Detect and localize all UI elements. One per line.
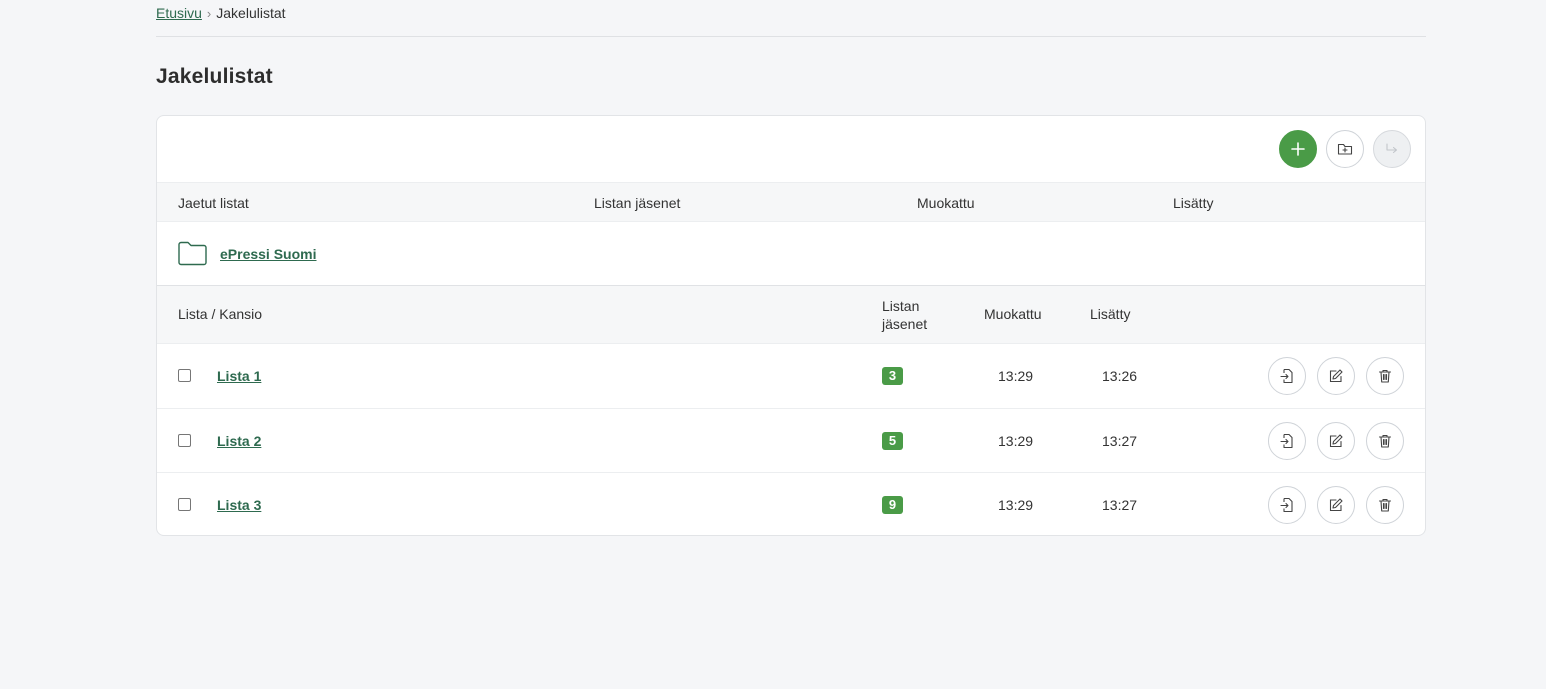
row-actions: [1268, 486, 1404, 524]
folder-icon: [178, 241, 207, 266]
page-wrapper: Etusivu › Jakelulistat Jakelulistat Jaet…: [156, 0, 1426, 536]
header-members-line1: Listan: [882, 298, 920, 314]
breadcrumb: Etusivu › Jakelulistat: [156, 0, 1426, 37]
table-row: Lista 2 5 13:29 13:27: [157, 409, 1425, 473]
lists-card: Jaetut listat Listan jäsenet Muokattu Li…: [156, 115, 1426, 536]
header-shared-lists: Jaetut listat: [178, 195, 249, 211]
trash-icon: [1378, 369, 1392, 383]
edit-icon: [1329, 433, 1343, 447]
delete-button[interactable]: [1366, 486, 1404, 524]
header-list-members: Listan jäsenet: [594, 195, 681, 211]
header-modified-col: Muokattu: [984, 306, 1042, 322]
delete-button[interactable]: [1366, 421, 1404, 460]
member-count-badge: 9: [882, 496, 903, 514]
shared-lists-header: Jaetut listat Listan jäsenet Muokattu Li…: [157, 182, 1425, 222]
row-actions: [1268, 357, 1404, 395]
breadcrumb-current: Jakelulistat: [216, 5, 286, 21]
import-file-icon: [1280, 368, 1293, 384]
header-members: Listan jäsenet: [882, 297, 927, 333]
add-folder-button[interactable]: [1326, 130, 1364, 168]
toolbar: [157, 116, 1425, 182]
move-button[interactable]: [1373, 130, 1411, 168]
import-button[interactable]: [1268, 486, 1306, 524]
add-list-button[interactable]: [1279, 130, 1317, 168]
modified-time: 13:29: [998, 432, 1034, 449]
import-button[interactable]: [1268, 357, 1306, 395]
edit-button[interactable]: [1317, 357, 1355, 395]
header-added: Lisätty: [1173, 195, 1214, 211]
added-time: 13:26: [1102, 368, 1138, 384]
row-checkbox[interactable]: [178, 498, 191, 511]
edit-icon: [1329, 498, 1343, 512]
trash-icon: [1378, 498, 1392, 512]
import-file-icon: [1280, 497, 1293, 513]
header-list-folder: Lista / Kansio: [178, 306, 263, 322]
modified-time: 13:29: [998, 368, 1034, 384]
lists-table-body: Lista 1 3 13:29 13:26 Lista 2 5 13:29 13…: [157, 344, 1425, 535]
row-actions: [1268, 421, 1404, 460]
added-time: 13:27: [1102, 497, 1138, 513]
breadcrumb-home-link[interactable]: Etusivu: [156, 5, 202, 21]
member-count-badge: 3: [882, 367, 903, 385]
shared-folder-row: ePressi Suomi: [157, 222, 1425, 285]
move-arrow-icon: [1386, 143, 1398, 154]
table-row: Lista 3 9 13:29 13:27: [157, 473, 1425, 535]
list-name-link[interactable]: Lista 2: [217, 433, 261, 449]
list-name-link[interactable]: Lista 3: [217, 497, 261, 513]
header-modified: Muokattu: [917, 195, 975, 211]
shared-folder-link[interactable]: ePressi Suomi: [220, 246, 317, 262]
plus-icon: [1291, 142, 1305, 156]
modified-time: 13:29: [998, 497, 1034, 513]
page-title: Jakelulistat: [156, 65, 273, 88]
table-row: Lista 1 3 13:29 13:26: [157, 344, 1425, 409]
edit-icon: [1329, 369, 1343, 383]
import-file-icon: [1280, 433, 1293, 448]
lists-table-header: Lista / Kansio Listan jäsenet Muokattu L…: [157, 285, 1425, 344]
breadcrumb-separator: ›: [206, 5, 212, 21]
row-checkbox[interactable]: [178, 369, 191, 382]
edit-button[interactable]: [1317, 486, 1355, 524]
member-count-badge: 5: [882, 431, 903, 450]
import-button[interactable]: [1268, 421, 1306, 460]
header-members-line2: jäsenet: [882, 316, 928, 332]
list-name-link[interactable]: Lista 1: [217, 368, 261, 384]
row-checkbox[interactable]: [178, 433, 191, 447]
trash-icon: [1378, 434, 1392, 448]
delete-button[interactable]: [1366, 357, 1404, 395]
edit-button[interactable]: [1317, 421, 1355, 460]
added-time: 13:27: [1102, 432, 1138, 449]
folder-plus-icon: [1337, 143, 1353, 155]
header-added-col: Lisätty: [1090, 306, 1131, 322]
